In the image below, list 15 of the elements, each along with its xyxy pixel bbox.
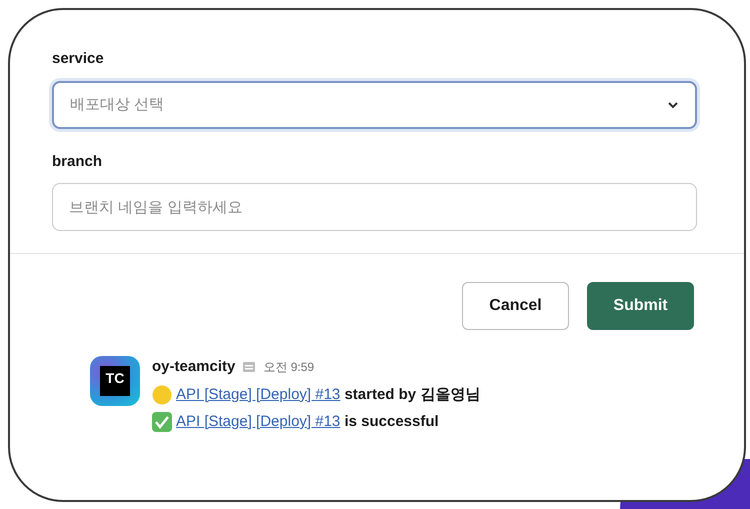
avatar-logo: TC xyxy=(90,356,140,406)
submit-button[interactable]: Submit xyxy=(587,282,694,330)
field-label: branch xyxy=(52,152,104,172)
message-text: API [Stage] [Deploy] #13 is successful xyxy=(176,412,439,432)
sender-name[interactable]: oy-teamcity xyxy=(152,356,236,378)
build-link[interactable]: API [Stage] [Deploy] #13 xyxy=(176,413,340,430)
message-text: API [Stage] [Deploy] #13 started by 김올영님 xyxy=(176,384,480,404)
chevron-down-icon xyxy=(667,100,679,108)
cancel-button[interactable]: Cancel xyxy=(462,282,569,330)
timestamp: 오전 9:59 xyxy=(263,359,314,376)
input-field[interactable]: 브랜치 네임을 입력하세요 xyxy=(52,183,697,231)
select-field[interactable]: 배포대상 선택 xyxy=(52,80,697,128)
app-badge-icon xyxy=(243,362,256,372)
build-link[interactable]: API [Stage] [Deploy] #13 xyxy=(176,386,340,402)
field-label: service xyxy=(52,49,105,69)
